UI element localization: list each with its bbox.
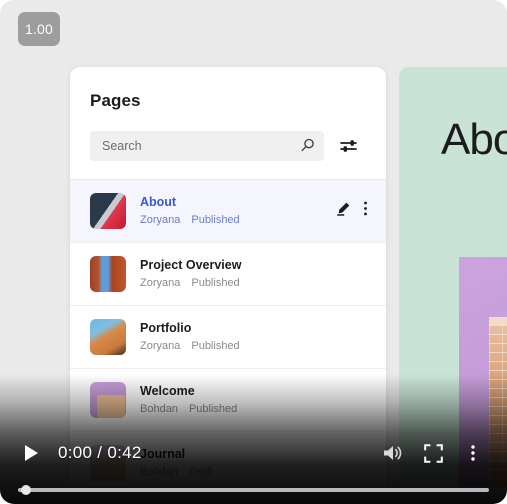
page-row-about[interactable]: About Zoryana Published <box>70 180 386 243</box>
page-row-text: About Zoryana Published <box>140 194 335 228</box>
video-controls-row: 0:00 / 0:42 <box>0 430 507 476</box>
app-canvas: 1.00 Abo Pages Search About Zoryana Publ… <box>0 0 507 504</box>
seek-track[interactable] <box>18 485 489 495</box>
about-thumb <box>90 193 126 229</box>
page-row-meta: Bohdan Published <box>140 401 368 417</box>
fullscreen-icon[interactable] <box>413 433 453 473</box>
page-row-text: Project Overview Zoryana Published <box>140 257 368 291</box>
thumb-detail <box>97 395 125 418</box>
time-display: 0:00 / 0:42 <box>58 443 142 462</box>
more-vertical-icon[interactable] <box>453 433 493 473</box>
page-row-title: About <box>140 195 177 209</box>
seek-thumb[interactable] <box>20 485 31 495</box>
page-row-author: Bohdan <box>140 403 178 415</box>
page-row-text: Portfolio Zoryana Published <box>140 320 368 354</box>
page-row-author: Zoryana <box>140 340 181 352</box>
page-row-meta: Zoryana Published <box>140 338 368 354</box>
page-row-author: Zoryana <box>140 214 181 226</box>
more-vertical-icon[interactable] <box>363 200 368 222</box>
seek-bar[interactable] <box>0 476 507 504</box>
search-toolbar <box>70 111 386 179</box>
video-player-frame[interactable]: 1.00 Abo Pages Search About Zoryana Publ… <box>0 0 507 504</box>
room-thumb <box>90 382 126 418</box>
play-icon[interactable] <box>18 440 44 466</box>
search-input[interactable] <box>90 131 324 161</box>
pencil-icon[interactable] <box>335 201 351 222</box>
page-row-welcome[interactable]: Welcome Bohdan Published <box>70 369 386 432</box>
page-row-status: Published <box>191 340 240 352</box>
page-row-status: Published <box>191 214 240 226</box>
page-row-title: Project Overview <box>140 258 242 272</box>
page-row-text: Welcome Bohdan Published <box>140 383 368 417</box>
page-row-title: Portfolio <box>140 321 192 335</box>
page-row-status: Published <box>188 403 238 415</box>
page-row-meta: Zoryana Published <box>140 275 368 291</box>
dune-thumb <box>90 319 126 355</box>
page-row-author: Zoryana <box>140 277 181 289</box>
canyon-thumb <box>90 256 126 292</box>
page-preview-pane[interactable]: Abo <box>399 67 507 487</box>
search-box[interactable] <box>90 131 324 161</box>
search-icon <box>300 138 315 158</box>
video-controls[interactable]: 0:00 / 0:42 <box>0 430 507 504</box>
volume-icon[interactable] <box>373 433 413 473</box>
page-row-meta: Zoryana Published <box>140 212 335 228</box>
page-row-portfolio[interactable]: Portfolio Zoryana Published <box>70 306 386 369</box>
page-row-status: Published <box>191 277 240 289</box>
preview-heading: Abo <box>441 115 507 164</box>
pages-panel: Pages Search About Zoryana Published Pro… <box>70 67 386 487</box>
tune-icon[interactable] <box>338 135 360 157</box>
page-row-title: Welcome <box>140 384 195 398</box>
page-title: Pages <box>90 91 141 110</box>
scale-badge: 1.00 <box>18 12 60 46</box>
page-row-actions <box>335 200 368 222</box>
page-row-project-overview[interactable]: Project Overview Zoryana Published <box>70 243 386 306</box>
